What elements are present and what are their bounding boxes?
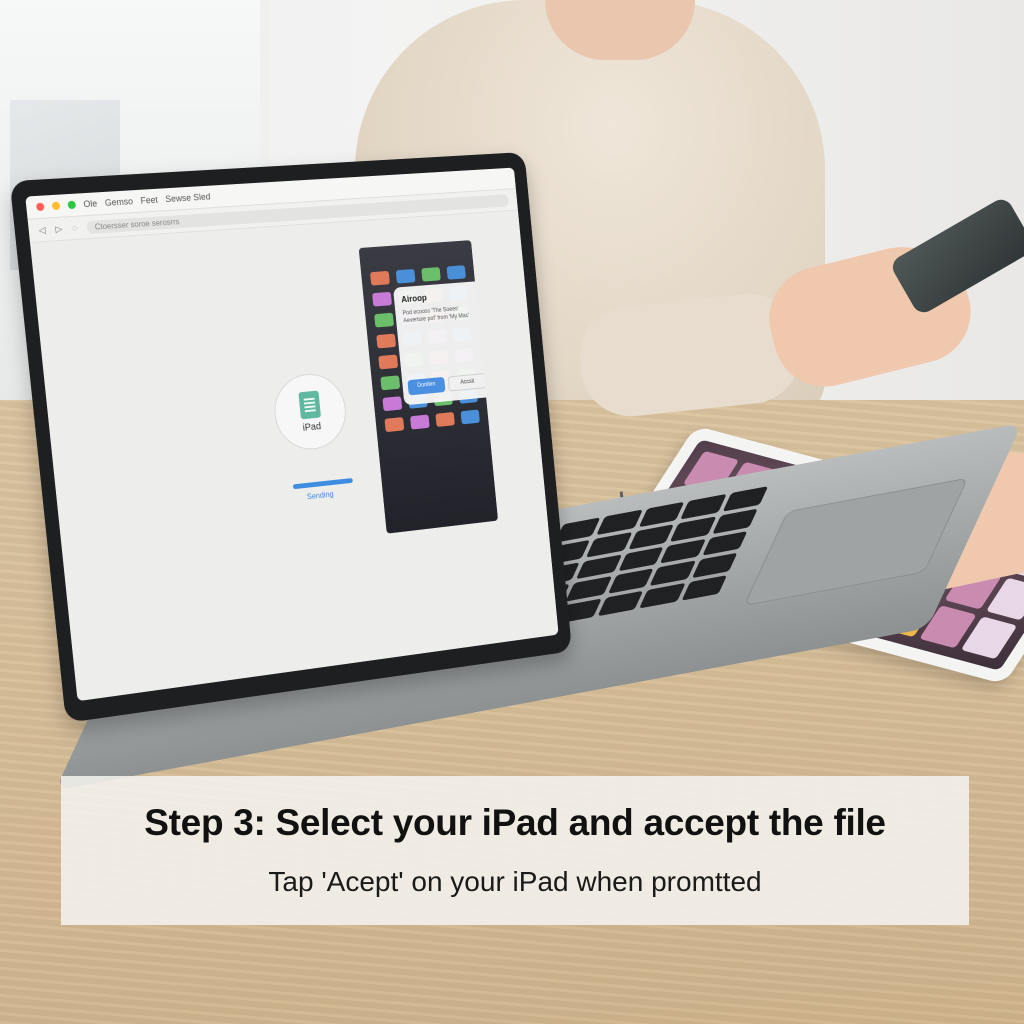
caption-subtitle: Tap 'Acept' on your iPad when promtted bbox=[61, 866, 969, 898]
caption-title: Step 3: Select your iPad and accept the … bbox=[61, 802, 969, 844]
minimize-dot-icon[interactable] bbox=[52, 202, 61, 211]
airdrop-alert: Airoop Pod ecooss 'The Soees' Aeverture … bbox=[393, 281, 493, 406]
close-dot-icon[interactable] bbox=[36, 203, 45, 212]
menu-item[interactable]: Sewse Sled bbox=[165, 192, 211, 205]
trackpad bbox=[743, 478, 968, 607]
accept-button[interactable]: Accsit bbox=[448, 373, 487, 392]
progress-fill bbox=[293, 478, 353, 489]
laptop-lid: Ole Gemso Feet Sewse Sled ◁ ▷ ◌ Ctoersse… bbox=[10, 152, 572, 723]
alert-title: Airoop bbox=[401, 289, 477, 304]
menu-item[interactable]: Ole bbox=[83, 198, 98, 209]
photo-scene: Ole Gemso Feet Sewse Sled ◁ ▷ ◌ Ctoersse… bbox=[0, 0, 1024, 1024]
alert-buttons: Dontlen Accsit bbox=[407, 373, 487, 395]
forward-icon[interactable]: ▷ bbox=[55, 223, 63, 234]
ipad-screen-preview: Airoop Pod ecooss 'The Soees' Aeverture … bbox=[359, 240, 498, 534]
device-label: iPad bbox=[302, 421, 321, 433]
instruction-caption: Step 3: Select your iPad and accept the … bbox=[61, 776, 969, 925]
laptop-screen: Ole Gemso Feet Sewse Sled ◁ ▷ ◌ Ctoersse… bbox=[25, 168, 558, 702]
menu-item[interactable]: Feet bbox=[140, 195, 158, 206]
transfer-progress-bar bbox=[293, 478, 353, 489]
menu-item[interactable]: Gemso bbox=[104, 196, 133, 208]
decline-button[interactable]: Dontlen bbox=[407, 377, 445, 396]
back-icon[interactable]: ◁ bbox=[38, 224, 46, 236]
airdrop-target-ipad[interactable]: iPad bbox=[271, 371, 349, 453]
zoom-dot-icon[interactable] bbox=[67, 201, 76, 209]
file-spreadsheet-icon bbox=[298, 390, 321, 419]
transfer-status: Sending bbox=[307, 490, 334, 502]
alert-message: Pod ecooss 'The Soees' Aeverture pof' fr… bbox=[402, 304, 478, 325]
reload-icon[interactable]: ◌ bbox=[72, 223, 78, 233]
